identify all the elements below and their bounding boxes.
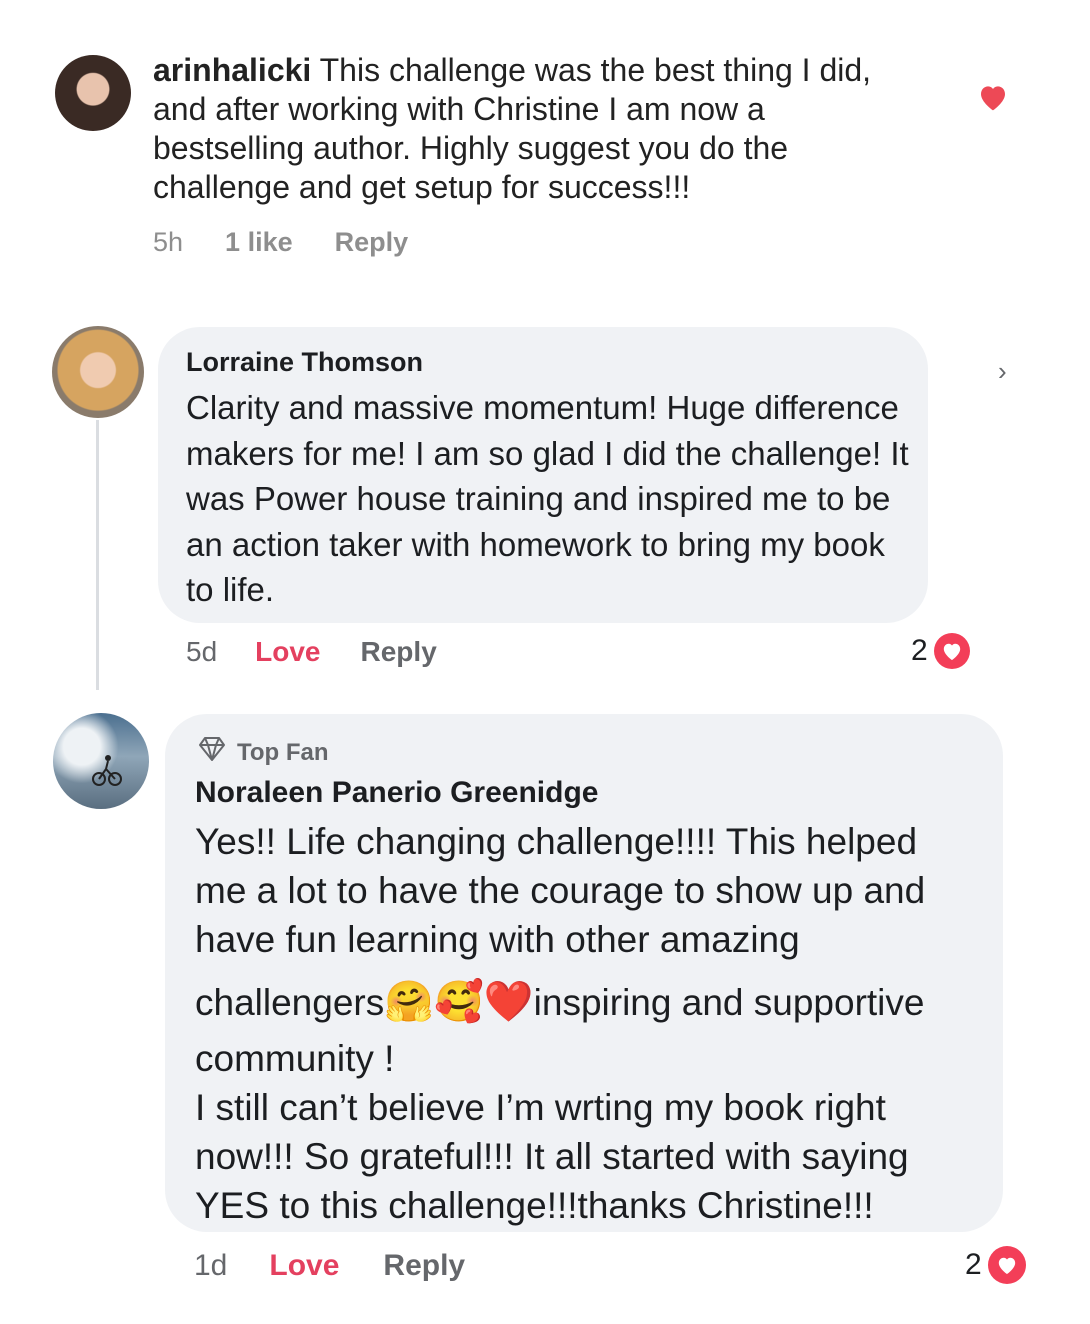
comment-time: 5d (186, 636, 218, 667)
comment-text: arinhalicki This challenge was the best … (153, 51, 913, 207)
comment-body: Clarity and massive momentum! Huge diffe… (186, 389, 909, 608)
comment-text-segment: challengers (195, 982, 385, 1023)
comment-line: me a lot to have the courage to show up … (195, 870, 926, 911)
comment-bubble: Top Fan Noraleen Panerio Greenidge Yes!!… (165, 714, 1003, 1232)
reply-button[interactable]: Reply (383, 1249, 465, 1283)
reaction-summary[interactable]: 2 (911, 633, 970, 669)
smiling-face-hearts-emoji: 🥰 (434, 979, 484, 1025)
avatar-noraleen[interactable] (53, 713, 149, 809)
comment-body: Yes!! Life changing challenge!!!! This h… (195, 817, 995, 1230)
reply-button[interactable]: Reply (361, 636, 437, 668)
comment-bubble: Lorraine Thomson Clarity and massive mom… (158, 327, 928, 623)
top-fan-badge: Top Fan (197, 736, 329, 769)
avatar-lorraine-thomson[interactable] (52, 326, 144, 418)
comment-time: 1d (194, 1249, 228, 1282)
comment-meta: 5h 1 like Reply (153, 227, 408, 258)
comment-line: I still can’t believe I’m wrting my book… (195, 1087, 886, 1128)
likes-count[interactable]: 1 like (225, 227, 293, 258)
diamond-icon (197, 736, 227, 769)
comment-time: 5h (153, 227, 184, 257)
comment-meta: 1d Love Reply (194, 1249, 465, 1283)
reply-button[interactable]: Reply (335, 227, 409, 258)
love-reaction-icon (987, 1246, 1026, 1284)
comment-text-segment: inspiring and supportive (533, 982, 925, 1023)
love-button[interactable]: Love (269, 1249, 339, 1283)
reaction-summary[interactable]: 2 (965, 1246, 1026, 1284)
comment-line: challengers🤗🥰❤️inspiring and supportive (195, 970, 995, 1034)
comment-meta: 5d Love Reply (186, 636, 437, 668)
commenter-name[interactable]: Noraleen Panerio Greenidge (195, 776, 598, 810)
liked-heart-icon[interactable] (977, 82, 1009, 112)
reaction-count: 2 (911, 634, 928, 667)
badge-label: Top Fan (237, 738, 329, 766)
love-reaction-icon (933, 633, 970, 669)
comment-line: YES to this challenge!!!thanks Christine… (195, 1185, 874, 1226)
thread-line (96, 420, 99, 690)
comment-line: have fun learning with other amazing (195, 919, 800, 960)
comment-line: Yes!! Life changing challenge!!!! This h… (195, 821, 918, 862)
avatar-arinhalicki[interactable] (55, 55, 131, 131)
love-button[interactable]: Love (255, 636, 320, 668)
hugging-face-emoji: 🤗 (384, 979, 435, 1025)
comment-line: now!!! So grateful!!! It all started wit… (195, 1136, 909, 1177)
comment-username[interactable]: arinhalicki (153, 52, 311, 88)
comment-line: community ! (195, 1038, 395, 1079)
chevron-right-icon[interactable]: › (998, 356, 1007, 387)
commenter-name[interactable]: Lorraine Thomson (186, 347, 423, 378)
reaction-count: 2 (965, 1248, 982, 1281)
red-heart-emoji: ❤️ (483, 979, 534, 1025)
